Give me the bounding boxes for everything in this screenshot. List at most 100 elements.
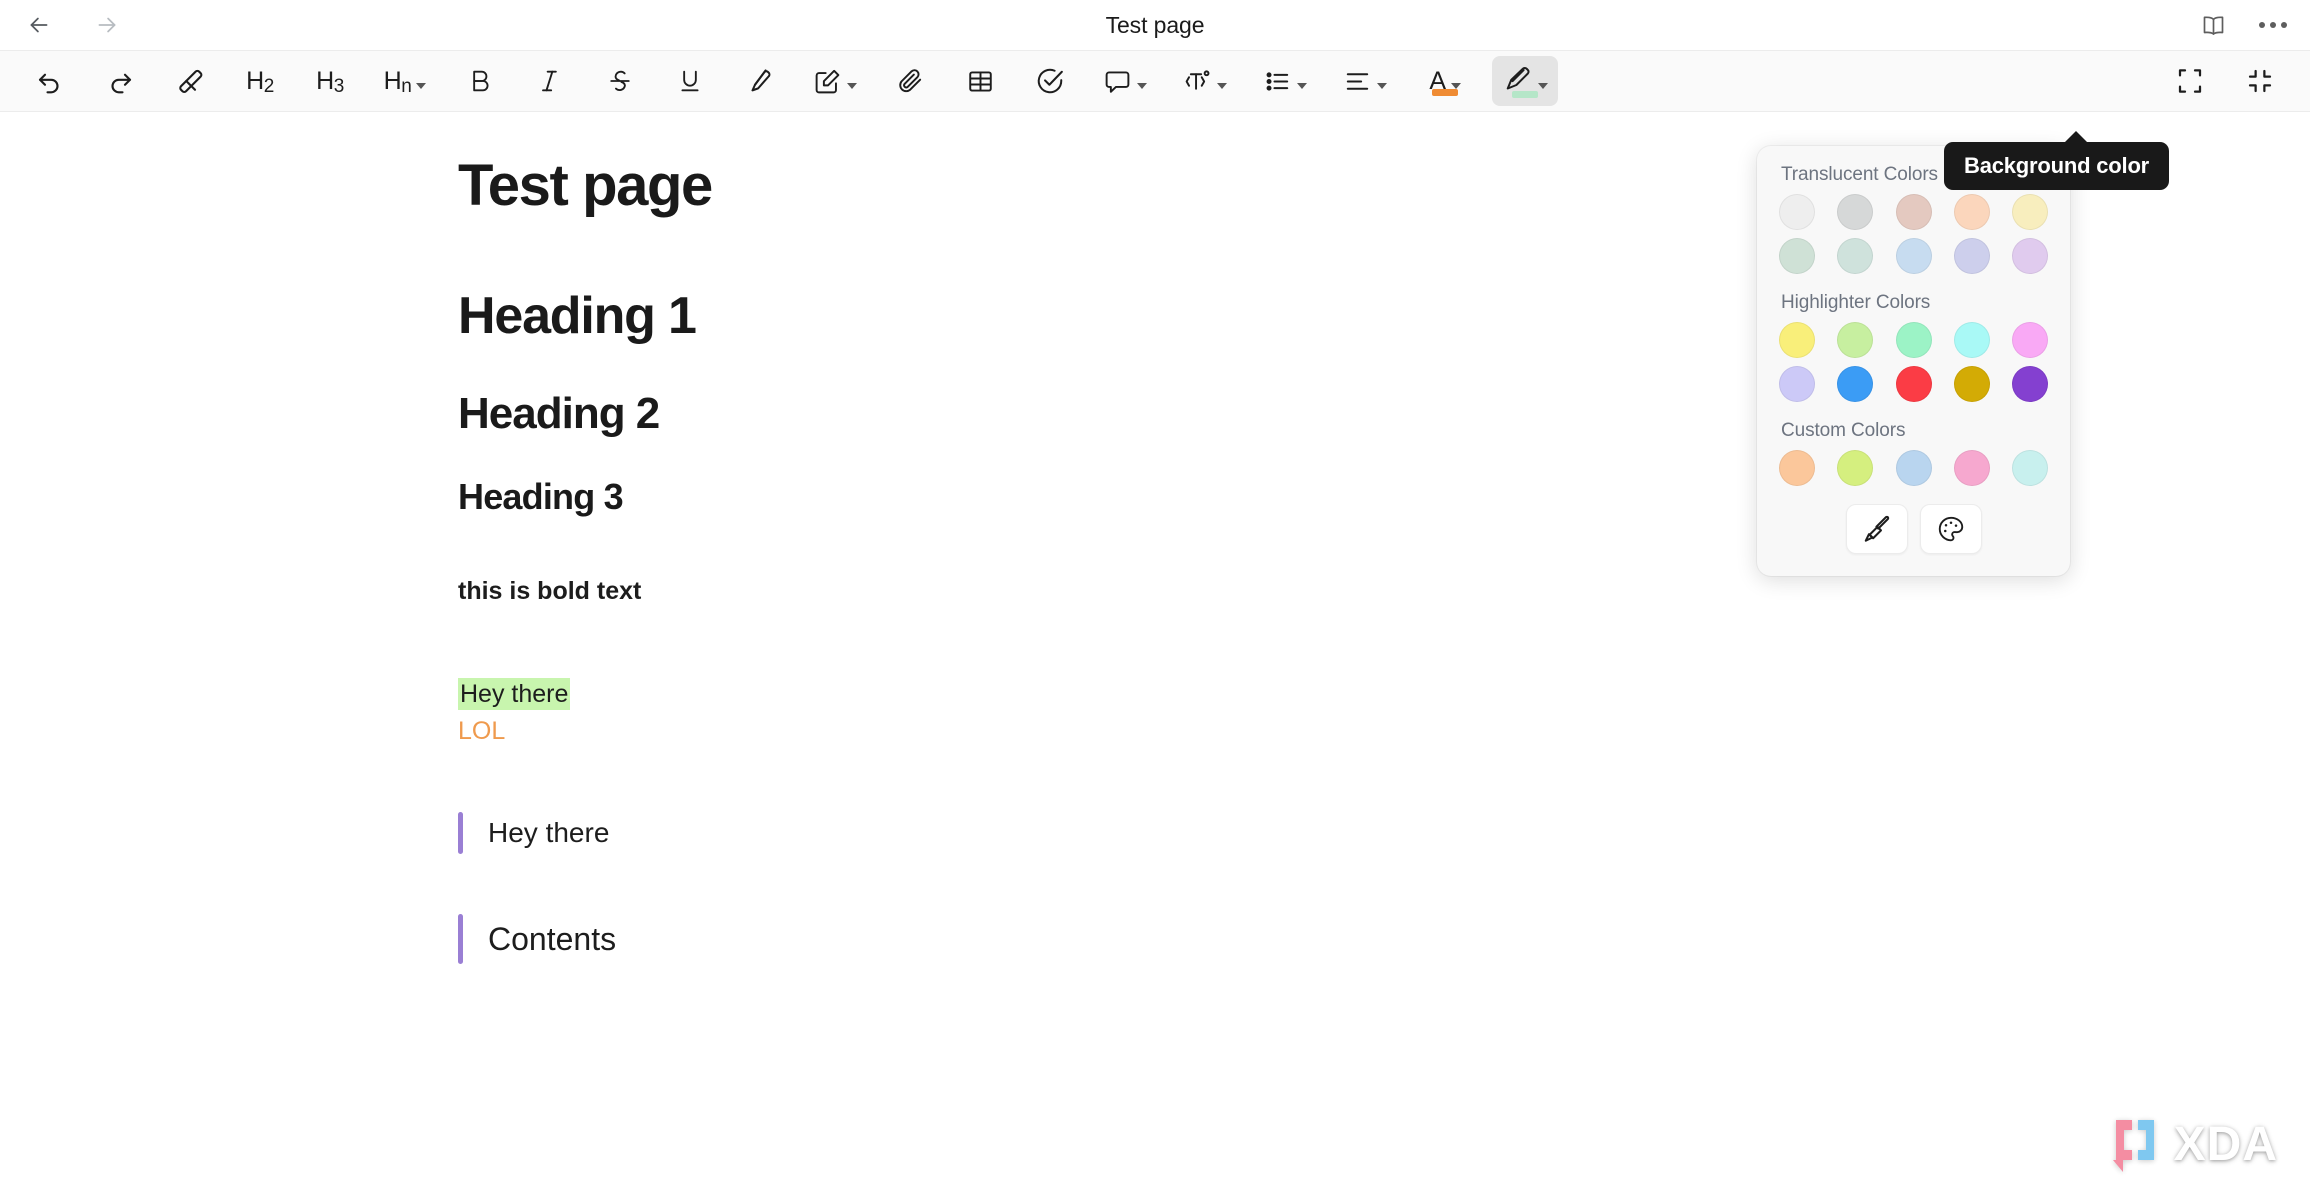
xda-watermark: XDA — [2110, 1116, 2278, 1174]
toolbar-expand-button[interactable] — [2162, 56, 2218, 106]
toolbar-italic-button[interactable] — [522, 56, 578, 106]
background-color-panel: Translucent Colors Highlighter Colors Cu… — [1757, 146, 2070, 576]
translucent-swatch-4[interactable] — [1953, 238, 1990, 274]
arrow-left-icon — [30, 17, 48, 33]
toolbar-bullet-list-button[interactable] — [1252, 56, 1318, 106]
quote-text-1: Hey there — [488, 816, 610, 848]
toolbar-heading3-button[interactable]: H3 — [302, 56, 358, 106]
highlighted-text: Hey there — [458, 678, 571, 711]
bullet-list-icon — [1266, 71, 1289, 91]
page-title: Test page — [1105, 11, 1205, 38]
highlighted-line[interactable]: Hey there — [458, 676, 2310, 712]
title-center: Test page — [0, 0, 2310, 50]
more-options-button[interactable] — [2256, 8, 2290, 42]
paint-brush-icon — [1864, 515, 1889, 542]
highlighter-swatch-2[interactable] — [1837, 322, 1874, 358]
toolbar-collapse-button[interactable] — [2232, 56, 2288, 106]
bold-icon — [473, 70, 489, 92]
chevron-down-icon — [847, 83, 857, 89]
custom-swatch-1[interactable] — [1779, 450, 1815, 486]
custom-row — [1779, 450, 2048, 486]
highlighter-swatch-5[interactable] — [2012, 366, 2048, 402]
toolbar-table-button[interactable] — [952, 56, 1008, 106]
check-circle-icon — [1037, 68, 1063, 94]
translucent-row-2 — [1779, 238, 2048, 274]
highlighter-row-2 — [1779, 366, 2048, 402]
highlighter-swatch-3[interactable] — [1895, 366, 1932, 402]
arrow-right-icon — [98, 17, 116, 33]
chevron-down-icon — [416, 83, 427, 89]
quote-bar-icon — [458, 914, 463, 965]
strikethrough-icon — [610, 70, 630, 91]
toolbar-clear-format-button[interactable] — [162, 56, 218, 106]
collapse-icon — [2248, 69, 2272, 93]
toolbar-heading-n-button[interactable]: Hn — [372, 56, 438, 106]
book-icon — [2203, 15, 2223, 35]
h2-text: H2 — [246, 66, 274, 97]
back-button[interactable] — [22, 8, 56, 42]
highlighter-swatch-4[interactable] — [1953, 322, 1990, 358]
translucent-row-1 — [1779, 194, 2048, 230]
table-icon — [968, 70, 992, 92]
translucent-swatch-3[interactable] — [1895, 238, 1932, 274]
toolbar-text-format-button[interactable] — [1172, 56, 1238, 106]
toolbar-annotate-button[interactable] — [802, 56, 868, 106]
colored-line[interactable]: LOL — [458, 713, 2310, 749]
app-window: Test page H2 H3 Hn A Test page Heading 1… — [0, 0, 2310, 1196]
translucent-swatch-5[interactable] — [2012, 238, 2048, 274]
italic-icon — [542, 70, 557, 92]
chevron-down-icon — [1377, 83, 1387, 89]
toolbar-heading2-button[interactable]: H2 — [232, 56, 288, 106]
background-color-swatch — [1512, 91, 1538, 98]
toolbar-comment-button[interactable] — [1092, 56, 1158, 106]
undo-icon — [38, 73, 59, 94]
toolbar-align-button[interactable] — [1332, 56, 1398, 106]
toolbar-bold-button[interactable] — [452, 56, 508, 106]
highlighter-swatch-1[interactable] — [1779, 322, 1815, 358]
custom-swatch-4[interactable] — [1953, 450, 1990, 486]
custom-swatch-2[interactable] — [1837, 450, 1874, 486]
quote-bar-icon — [458, 811, 463, 854]
redo-icon — [111, 73, 132, 94]
translucent-swatch-5[interactable] — [2012, 194, 2048, 230]
highlighter-swatch-2[interactable] — [1837, 366, 1874, 402]
toolbar-undo-button[interactable] — [22, 56, 78, 106]
quote-block-1[interactable]: Hey there — [458, 811, 2310, 854]
translucent-swatch-1[interactable] — [1779, 194, 1815, 230]
toolbar-attachment-button[interactable] — [882, 56, 938, 106]
custom-swatch-5[interactable] — [2012, 450, 2048, 486]
toolbar-todo-button[interactable] — [1022, 56, 1078, 106]
translucent-swatch-2[interactable] — [1837, 238, 1874, 274]
document-bold-paragraph[interactable]: this is bold text — [458, 577, 2310, 606]
toolbar-background-color-button[interactable] — [1492, 56, 1558, 106]
toolbar-redo-button[interactable] — [92, 56, 148, 106]
highlighter-icon — [751, 69, 771, 92]
navigation-arrows — [22, 8, 124, 42]
background-color-tooltip: Background color — [1944, 131, 2170, 190]
translucent-swatch-2[interactable] — [1837, 194, 1874, 230]
expand-icon — [2178, 69, 2202, 93]
reading-mode-button[interactable] — [2196, 8, 2230, 42]
translucent-swatch-4[interactable] — [1953, 194, 1990, 230]
toolbar-font-color-button[interactable]: A — [1412, 56, 1478, 106]
forward-button[interactable] — [90, 8, 124, 42]
highlighter-swatch-5[interactable] — [2012, 322, 2048, 358]
toolbar-highlighter-button[interactable] — [732, 56, 788, 106]
toolbar-underline-button[interactable] — [662, 56, 718, 106]
highlighter-swatch-1[interactable] — [1779, 366, 1815, 402]
highlighter-swatch-3[interactable] — [1895, 322, 1932, 358]
custom-swatch-3[interactable] — [1895, 450, 1932, 486]
highlighter-swatch-4[interactable] — [1953, 366, 1990, 402]
more-dots-icon — [2259, 22, 2287, 28]
document-styled-paragraph[interactable]: Hey there LOL — [458, 676, 2310, 749]
quote-block-2[interactable]: Contents — [458, 914, 2310, 965]
chevron-down-icon — [1137, 83, 1147, 89]
translucent-swatch-1[interactable] — [1779, 238, 1815, 274]
panel-action-buttons — [1779, 504, 2048, 554]
clear-background-button[interactable] — [1845, 504, 1908, 554]
translucent-swatch-3[interactable] — [1895, 194, 1932, 230]
toolbar-strikethrough-button[interactable] — [592, 56, 648, 106]
chevron-down-icon — [1297, 83, 1307, 89]
custom-color-button[interactable] — [1919, 504, 1982, 554]
eraser-icon — [179, 69, 203, 94]
